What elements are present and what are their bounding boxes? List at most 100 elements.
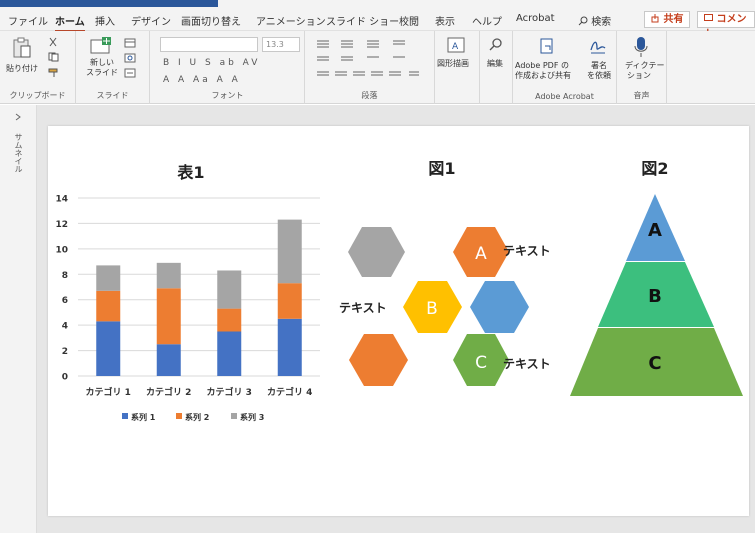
paragraph-group: 段落 [305,31,435,104]
figure1-title: 図1 [428,159,455,178]
figure2-title: 図2 [641,159,668,178]
clipboard-group-label: クリップボード [9,91,66,100]
share-icon [651,14,659,23]
pyramid-label-a: A [648,220,662,241]
bar-segment[interactable] [96,321,121,376]
section-icon[interactable] [124,68,138,78]
paragraph-group-label: 段落 [361,91,378,100]
bar-segment[interactable] [277,318,302,376]
acrobat-group: Adobe PDF の 作成および共有 署名 を依頼 Adobe Acrobat [513,31,617,104]
reset-icon[interactable] [124,53,138,63]
comment-button[interactable]: コメント [697,11,755,40]
ribbon-tabs: ファイル ホーム 挿入 デザイン 画面切り替え アニメーション スライド ショー… [0,9,755,40]
bar-segment[interactable] [277,283,302,319]
y-tick-label: 2 [62,347,68,357]
tab-help[interactable]: ヘルプ [472,13,502,28]
paragraph-icons[interactable] [315,38,425,84]
paste-icon[interactable] [12,37,32,59]
hex-gray[interactable] [348,227,405,277]
paste-label: 貼り付け [6,64,38,73]
dictate-label-1: ディクテー [625,61,665,70]
bar-segment[interactable] [277,219,302,284]
tab-review[interactable]: 校閲 [399,13,419,28]
format-row-1[interactable]: B I U S ab AV [163,58,260,68]
search-label: 検索 [591,17,612,28]
hex-a-label: A [475,244,487,264]
legend-swatch [122,413,128,419]
tab-design[interactable]: デザイン [131,13,171,28]
tab-view[interactable]: 表示 [435,13,455,28]
share-button[interactable]: 共有 [644,11,691,28]
new-slide-label-1: 新しい [90,58,114,67]
new-slide-label-2: スライド [86,68,118,77]
pyramid-label-b: B [648,286,662,307]
slide[interactable]: 表1 0 2 4 6 8 10 12 14 カテゴリ 1 カテゴリ 2 カテゴリ 3 カテゴリ 4 … [48,126,749,516]
create-pdf-icon[interactable] [539,38,557,56]
tab-home[interactable]: ホーム [55,13,85,32]
y-tick-label: 12 [55,220,68,230]
tab-transitions[interactable]: 画面切り替え [181,13,241,28]
copy-icon[interactable] [48,52,60,62]
hex-text-3: テキスト [503,357,551,371]
chart-legend: 系列 1 系列 2 系列 3 [122,412,264,422]
y-tick-label: 14 [55,195,68,205]
create-pdf-label-1: Adobe PDF の [515,61,569,70]
expand-panel-icon[interactable] [14,113,22,121]
search-box[interactable]: 検索 [578,13,611,28]
hex-c-label: C [475,353,487,373]
thumbnail-panel-label: サムネイル [14,133,23,173]
bar-segment[interactable] [156,288,181,345]
chart-x-axis: カテゴリ 1 カテゴリ 2 カテゴリ 3 カテゴリ 4 [86,386,313,398]
request-signature-icon[interactable] [589,38,607,56]
tab-slideshow[interactable]: スライド ショー [326,13,399,28]
font-name-input[interactable] [160,37,258,52]
bar-segment[interactable] [217,331,242,377]
bar-segment[interactable] [96,290,121,322]
tab-insert[interactable]: 挿入 [95,13,115,28]
format-painter-icon[interactable] [48,68,60,78]
new-slide-icon[interactable] [90,37,112,55]
x-tick-label: カテゴリ 4 [267,386,312,398]
legend-label: 系列 1 [131,412,156,422]
legend-swatch [176,413,182,419]
layout-icon[interactable] [124,38,138,48]
font-group-label: フォント [211,91,244,100]
dictate-label-2: ション [627,71,651,80]
tab-acrobat[interactable]: Acrobat [516,13,555,24]
x-tick-label: カテゴリ 1 [86,386,131,398]
title-bar [0,0,755,9]
tab-animations[interactable]: アニメーション [256,13,326,28]
clipboard-group: 貼り付け クリップボード [0,31,76,104]
y-tick-label: 4 [62,322,68,332]
bar-segment[interactable] [156,344,181,376]
slides-group: 新しい スライド スライド [76,31,150,104]
chart-title: 表1 [176,163,204,182]
hex-b-label: B [426,299,438,319]
drawing-label[interactable]: 図形描画 [437,59,469,69]
font-size-input[interactable]: 13.3 [262,37,300,52]
thumbnail-panel[interactable]: サムネイル [0,105,37,533]
microphone-icon[interactable] [633,36,649,58]
bar-segment[interactable] [217,308,242,332]
shapes-icon[interactable]: A [447,37,467,55]
hex-blue[interactable] [470,281,529,333]
acrobat-group-label: Adobe Acrobat [535,92,594,101]
legend-swatch [231,413,237,419]
search-icon [578,16,588,26]
ribbon: 貼り付け クリップボード 新しい スライド スライド 13.3 B I U S … [0,31,755,104]
bar-segment[interactable] [156,262,181,289]
tab-file[interactable]: ファイル [8,13,48,28]
editing-label[interactable]: 編集 [487,59,503,69]
y-tick-label: 6 [62,296,68,306]
cut-icon[interactable] [48,37,58,47]
x-tick-label: カテゴリ 3 [207,386,252,398]
format-row-2[interactable]: A A Aa A A [163,75,241,85]
find-icon[interactable] [488,37,504,53]
pyramid-label-c: C [648,353,661,374]
bar-segment[interactable] [96,265,121,291]
bar-segment[interactable] [217,270,242,309]
hex-orange[interactable] [349,334,408,386]
y-tick-label: 10 [55,245,68,255]
editing-group: 編集 [480,31,513,104]
drawing-group: A 図形描画 [435,31,480,104]
